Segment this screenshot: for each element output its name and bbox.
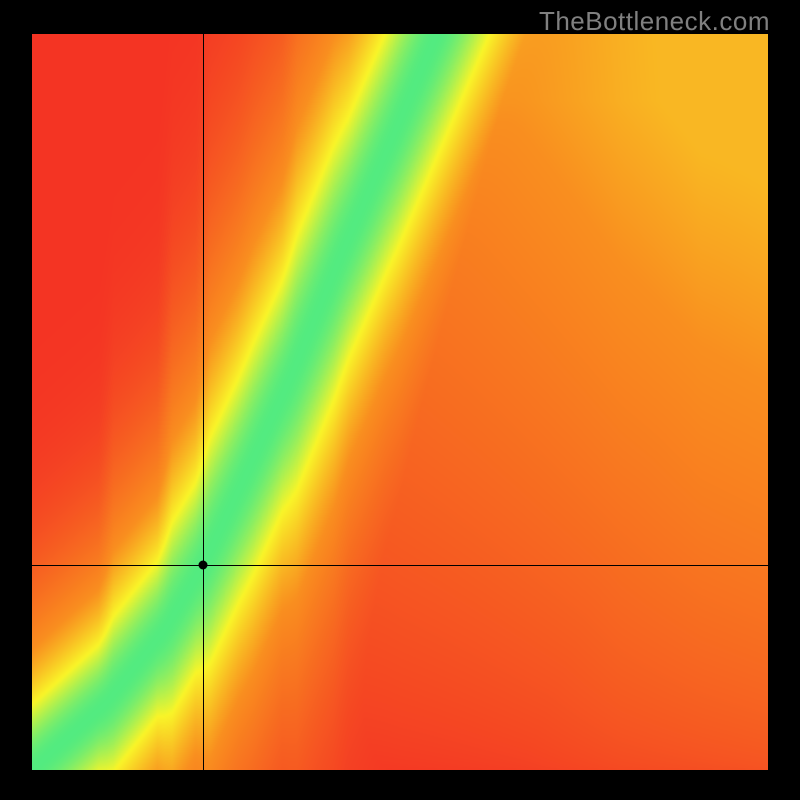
chart-container: TheBottleneck.com (0, 0, 800, 800)
heatmap-plot (32, 34, 768, 770)
crosshair-horizontal (32, 565, 768, 567)
crosshair-point (198, 560, 207, 569)
heatmap-canvas (32, 34, 768, 770)
watermark-text: TheBottleneck.com (539, 6, 770, 37)
crosshair-vertical (203, 34, 205, 770)
